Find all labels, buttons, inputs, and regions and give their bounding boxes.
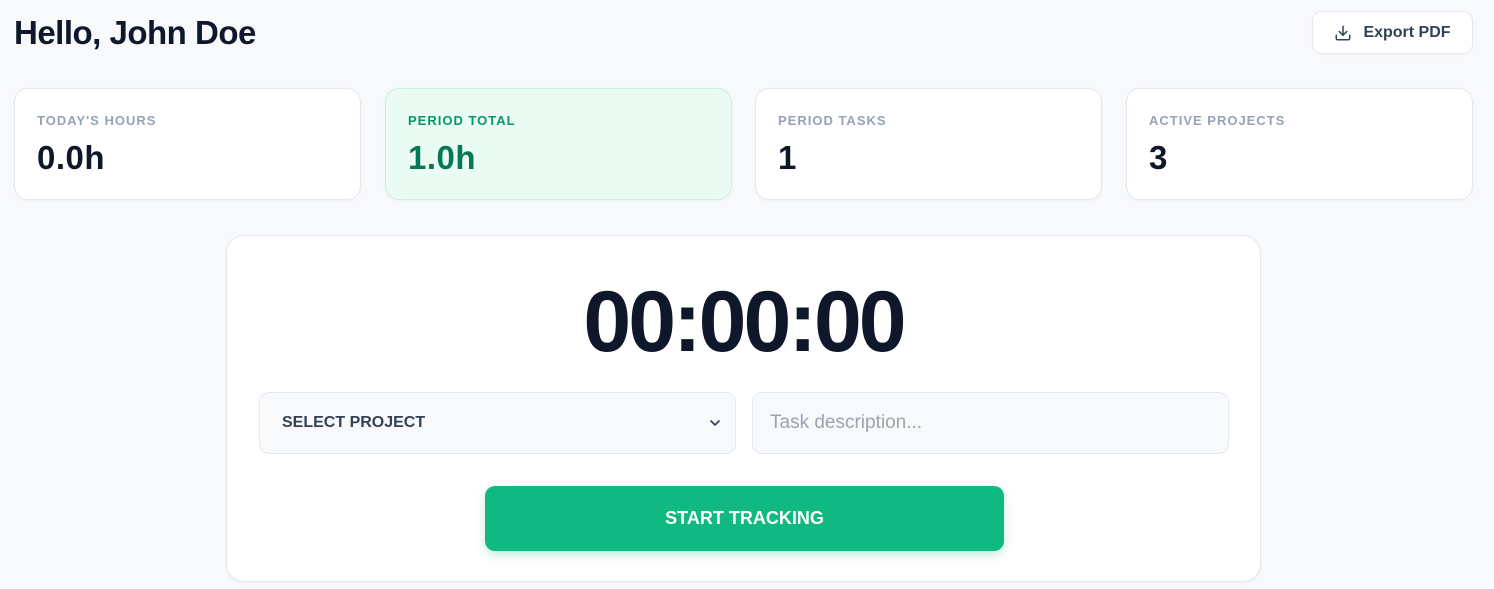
download-icon (1334, 24, 1352, 42)
stat-label: PERIOD TASKS (778, 113, 887, 128)
stat-value: 0.0h (37, 139, 106, 176)
stat-label: TODAY'S HOURS (37, 113, 157, 128)
task-description-input[interactable] (752, 392, 1229, 454)
stat-card-period-tasks: PERIOD TASKS 1 (755, 88, 1102, 200)
project-select[interactable]: SELECT PROJECT (259, 392, 736, 454)
stat-value: 3 (1149, 139, 1168, 176)
stat-label: PERIOD TOTAL (408, 113, 516, 128)
stat-value: 1 (778, 139, 797, 176)
stat-card-period-total: PERIOD TOTAL 1.0h (385, 88, 732, 200)
stat-card-todays-hours: TODAY'S HOURS 0.0h (14, 88, 361, 200)
timer-card: 00:00:00 SELECT PROJECT START TRACKING (226, 235, 1261, 582)
timer-display: 00:00:00 (583, 274, 906, 370)
stat-label: ACTIVE PROJECTS (1149, 113, 1286, 128)
page-title: Hello, John Doe (14, 14, 256, 51)
export-pdf-label: Export PDF (1363, 23, 1451, 41)
stat-value: 1.0h (408, 139, 477, 176)
start-tracking-button[interactable]: START TRACKING (485, 486, 1004, 551)
export-pdf-button[interactable]: Export PDF (1312, 11, 1473, 54)
chevron-down-icon (707, 415, 723, 431)
dashboard-page: Hello, John Doe Export PDF TODAY'S HOURS… (0, 0, 1494, 589)
project-select-value: SELECT PROJECT (282, 414, 426, 431)
stat-card-active-projects: ACTIVE PROJECTS 3 (1126, 88, 1473, 200)
